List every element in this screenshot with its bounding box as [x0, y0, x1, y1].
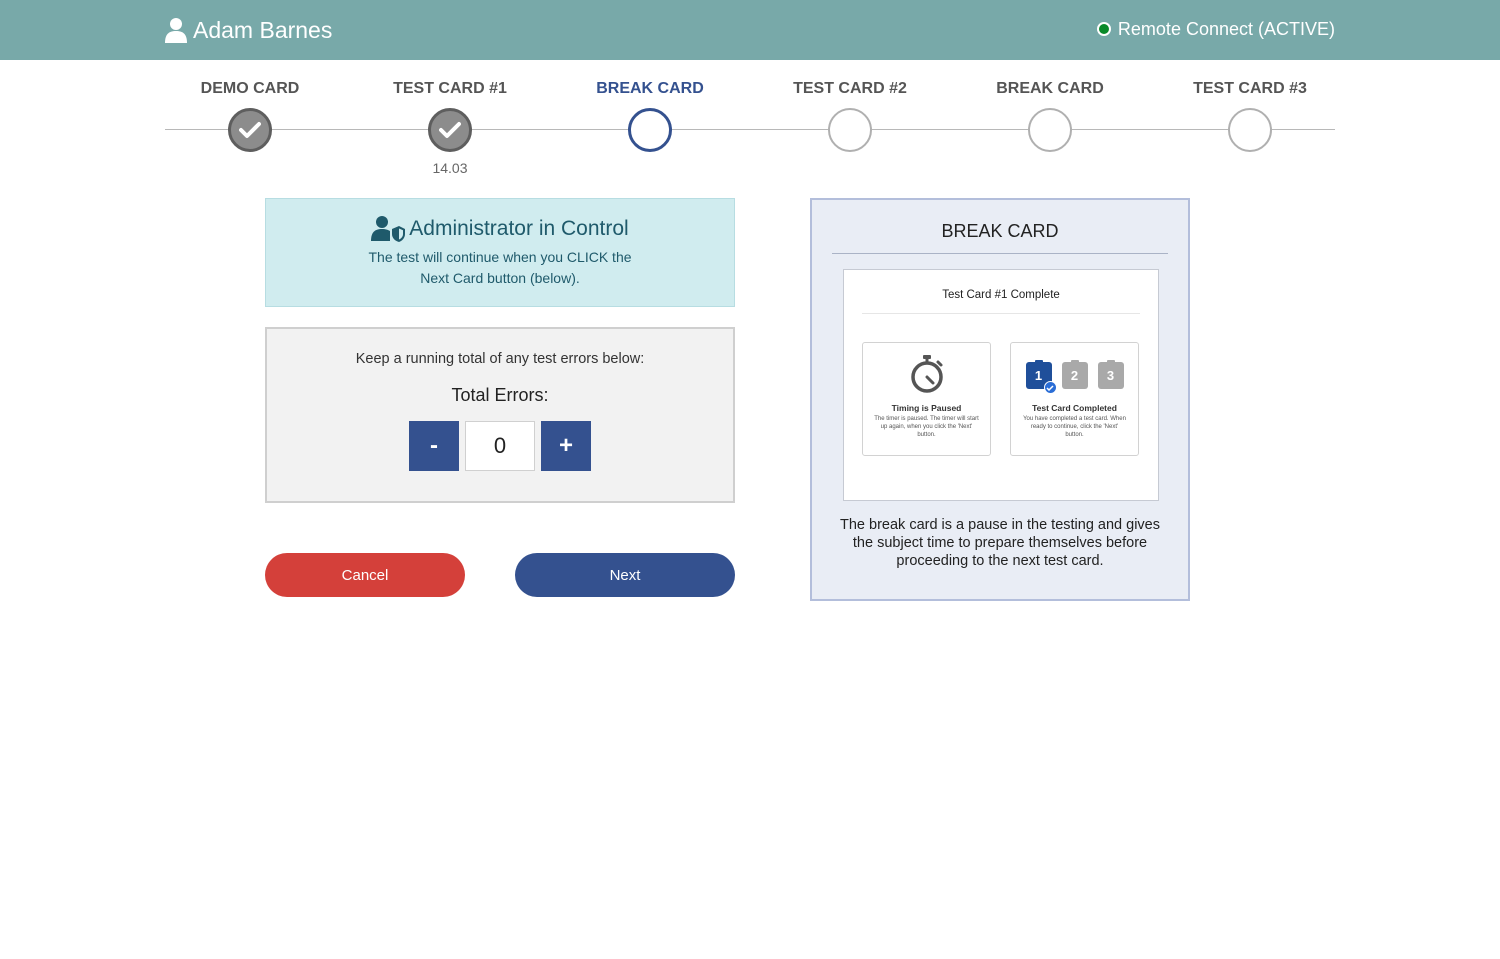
preview-card-test-completed: 1 2 3 Test Card Completed You have compl…	[1010, 342, 1139, 456]
step-label: TEST CARD #2	[793, 80, 907, 97]
admin-title: Administrator in Control	[266, 214, 734, 244]
step-test-card-1: TEST CARD #1 14.03	[350, 78, 550, 176]
step-time: 14.03	[432, 160, 468, 176]
check-icon	[239, 122, 261, 138]
step-label: TEST CARD #3	[1193, 80, 1307, 97]
step-time	[150, 160, 350, 176]
step-circle	[828, 108, 872, 152]
remote-status-text: Remote Connect (ACTIVE)	[1117, 18, 1335, 39]
break-card-preview-image: Test Card #1 Complete Timing is Paused T…	[843, 269, 1159, 501]
step-label: TEST CARD #1	[393, 80, 507, 97]
break-card-info-panel: BREAK CARD Test Card #1 Complete Timing …	[810, 198, 1190, 601]
clipboard-3-icon: 3	[1097, 359, 1124, 389]
step-test-card-2: TEST CARD #2	[750, 78, 950, 176]
preview-card-timing-paused: Timing is Paused The timer is paused. Th…	[862, 342, 991, 456]
step-circle	[628, 108, 672, 152]
step-time	[950, 160, 1150, 176]
step-circle	[428, 108, 472, 152]
step-circle	[228, 108, 272, 152]
preview-card-text: The timer is paused. The timer will star…	[874, 416, 979, 438]
clipboard-2-icon: 2	[1061, 359, 1088, 389]
check-icon	[439, 122, 461, 138]
decrement-errors-button[interactable]: -	[409, 421, 459, 471]
progress-stepper: DEMO CARD TEST CARD #1 14.03 BREAK CARD …	[165, 78, 1335, 178]
preview-card-heading: Test Card Completed	[1032, 403, 1117, 413]
remote-connect-status: Remote Connect (ACTIVE)	[1096, 16, 1335, 42]
step-label: DEMO CARD	[200, 80, 300, 97]
step-break-card-1: BREAK CARD	[550, 78, 750, 176]
top-header: Adam Barnes Remote Connect (ACTIVE)	[0, 0, 1500, 60]
user-icon	[165, 18, 187, 43]
admin-message-line-1: The test will continue when you CLICK th…	[368, 249, 632, 265]
break-card-description: The break card is a pause in the testing…	[840, 517, 1160, 569]
panel-title: BREAK CARD	[832, 221, 1168, 254]
admin-control-notice: Administrator in Control The test will c…	[265, 198, 735, 307]
step-demo-card: DEMO CARD	[150, 78, 350, 176]
step-label: BREAK CARD	[596, 80, 704, 97]
preview-title: Test Card #1 Complete	[862, 289, 1140, 314]
stopwatch-icon	[910, 355, 943, 393]
step-break-card-2: BREAK CARD	[950, 78, 1150, 176]
errors-hint: Keep a running total of any test errors …	[355, 351, 645, 367]
next-button[interactable]: Next	[515, 553, 735, 597]
step-test-card-3: TEST CARD #3	[1150, 78, 1350, 176]
step-label: BREAK CARD	[996, 80, 1104, 97]
clipboard-1-icon: 1	[1025, 359, 1057, 394]
step-circle	[1228, 108, 1272, 152]
user-display: Adam Barnes	[165, 14, 332, 46]
cancel-button[interactable]: Cancel	[265, 553, 465, 597]
admin-shield-user-icon	[371, 216, 406, 242]
user-name: Adam Barnes	[193, 16, 333, 43]
increment-errors-button[interactable]: +	[541, 421, 591, 471]
total-errors-label: Total Errors:	[451, 385, 549, 405]
step-time	[1150, 160, 1350, 176]
errors-panel: Keep a running total of any test errors …	[265, 327, 735, 503]
errors-counter: - 0 +	[409, 421, 591, 471]
step-circle	[1028, 108, 1072, 152]
status-dot-icon	[1096, 22, 1111, 36]
step-time	[750, 160, 950, 176]
admin-title-text: Administrator in Control	[409, 217, 629, 240]
admin-message-line-2: Next Card button (below).	[420, 270, 580, 286]
check-badge-icon	[1043, 381, 1057, 394]
errors-value-field[interactable]: 0	[465, 421, 535, 471]
preview-card-heading: Timing is Paused	[891, 403, 962, 413]
step-time	[550, 160, 750, 176]
preview-card-text: You have completed a test card. When rea…	[1023, 416, 1126, 438]
